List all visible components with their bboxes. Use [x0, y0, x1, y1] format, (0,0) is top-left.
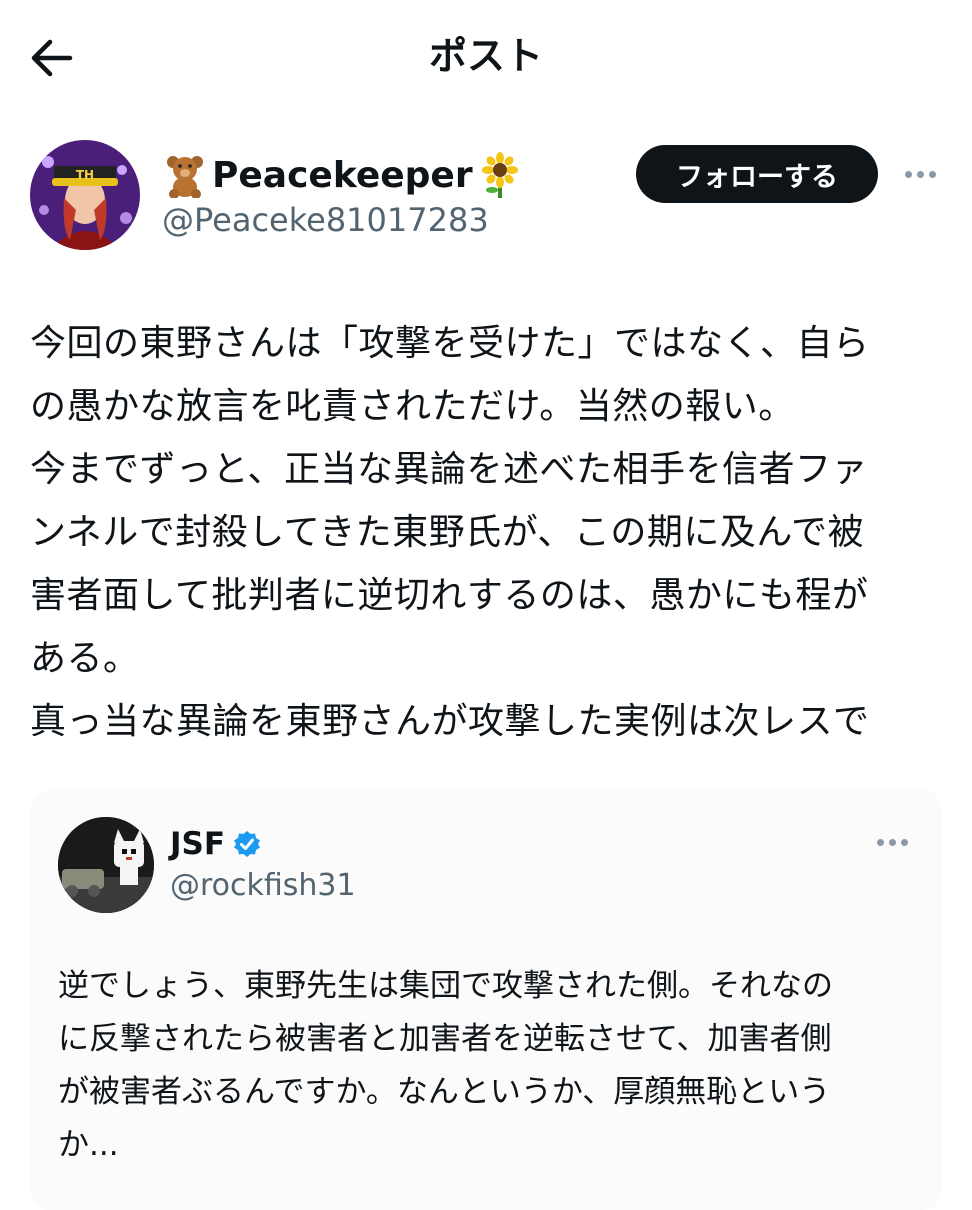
svg-text:TH: TH — [76, 168, 94, 182]
sunflower-icon — [481, 152, 518, 198]
author-handle[interactable]: @Peaceke81017283 — [162, 198, 489, 242]
post-text: 今回の東野さんは「攻撃を受けた」ではなく、自ら の愚かな放言を叱責されただけ。当… — [30, 312, 950, 753]
post-line: 真っ当な異論を東野さんが攻撃した実例は次レスで — [30, 701, 870, 742]
more-dot — [888, 838, 896, 846]
teddy-bear-icon — [167, 156, 203, 198]
author-name: Peacekeeper — [212, 154, 473, 196]
page-title: ポスト — [428, 34, 543, 78]
quote-author-name: JSF — [170, 826, 226, 862]
author-avatar[interactable]: TH — [30, 140, 140, 250]
post-line: 今までずっと、正当な異論を述べた相手を信者ファ — [30, 449, 869, 490]
post-line: ある。 — [30, 638, 140, 679]
more-dot — [900, 838, 908, 846]
quote-author-avatar[interactable] — [58, 817, 154, 913]
post-line: 今回の東野さんは「攻撃を受けた」ではなく、自ら — [30, 323, 870, 364]
more-horizontal-icon — [904, 170, 912, 178]
post-line: の愚かな放言を叱責されただけ。当然の報い。 — [30, 386, 795, 427]
quoted-post-card[interactable]: JSF @rockfish31 逆でしょう、東野先生は集団で攻撃された側。それな… — [30, 790, 942, 1210]
quote-line: が被害者ぶるんですか。なんというか、厚顔無恥という — [58, 1074, 831, 1110]
quote-line: か... — [58, 1127, 119, 1163]
author-name-row[interactable]: Peacekeeper — [162, 150, 523, 200]
verified-badge-icon — [234, 831, 261, 857]
more-dot — [928, 170, 936, 178]
quote-author-name-row[interactable]: JSF — [170, 824, 261, 864]
quote-line: に反撃されたら被害者と加害者を逆転させて、加害者側 — [58, 1021, 832, 1057]
more-options-button[interactable] — [898, 160, 942, 188]
quote-more-button[interactable] — [872, 830, 912, 854]
more-dot — [916, 170, 924, 178]
quote-line: 逆でしょう、東野先生は集団で攻撃された側。それなの — [58, 968, 833, 1004]
quote-text: 逆でしょう、東野先生は集団で攻撃された側。それなの に反撃されたら被害者と加害者… — [58, 960, 918, 1172]
follow-button[interactable]: フォローする — [636, 145, 878, 203]
post-line: ンネルで封殺してきた東野氏が、この期に及んで被 — [30, 512, 865, 553]
post-line: 害者面して批判者に逆切れするのは、愚かにも程が — [30, 575, 869, 616]
quote-author-handle[interactable]: @rockfish31 — [170, 866, 356, 906]
more-horizontal-icon — [876, 838, 884, 846]
